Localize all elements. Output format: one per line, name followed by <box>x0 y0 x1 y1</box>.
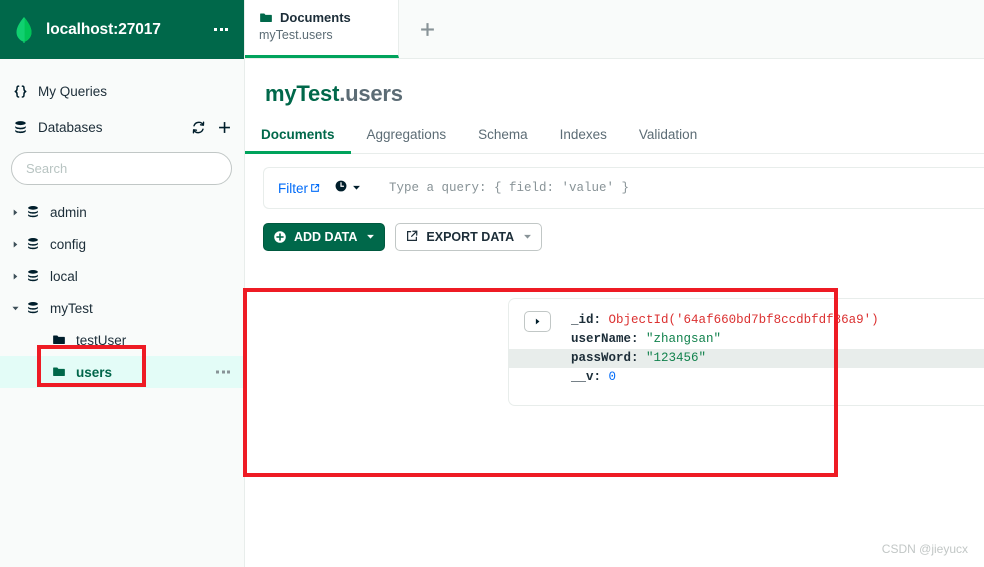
document-body: _id: ObjectId('64af660bd7bf8ccdbfdf86a9'… <box>509 299 984 397</box>
tab-aggregations[interactable]: Aggregations <box>351 127 463 154</box>
mongodb-leaf-icon <box>14 16 34 43</box>
folder-icon <box>50 333 68 347</box>
sidebar: localhost:27017 My Queries Databases Sea… <box>0 0 245 567</box>
filter-link[interactable]: Filter <box>278 181 320 196</box>
database-icon <box>11 120 29 135</box>
sidebar-database-config[interactable]: config <box>0 228 244 260</box>
collection-menu-ellipsis-icon[interactable] <box>212 365 234 380</box>
chevron-down-icon[interactable] <box>8 304 22 313</box>
collection-header: myTest.users <box>245 59 984 107</box>
sidebar-database-label: myTest <box>50 300 93 316</box>
sidebar-database-label: local <box>50 268 78 284</box>
curly-braces-icon <box>11 84 29 99</box>
export-data-button[interactable]: EXPORT DATA <box>395 223 543 251</box>
main-content: Documents myTest.users myTest.users Docu… <box>245 0 984 567</box>
plus-icon[interactable] <box>217 120 232 135</box>
namespace-collection: users <box>345 81 403 106</box>
namespace-database: myTest <box>265 81 340 106</box>
field-key: userName <box>571 332 632 346</box>
document-field-row: _id: ObjectId('64af660bd7bf8ccdbfdf86a9'… <box>571 313 879 327</box>
document-field-row: __v: 0 <box>571 370 617 384</box>
external-link-icon <box>310 181 320 196</box>
document-field-row: passWord: "123456" <box>509 349 984 368</box>
database-icon <box>24 237 42 251</box>
export-data-label: EXPORT DATA <box>426 230 515 244</box>
database-icon <box>24 301 42 315</box>
database-list: admin config local myTest testUser users <box>0 196 244 388</box>
collection-tabs: Documents Aggregations Schema Indexes Va… <box>245 127 984 154</box>
sidebar-collection-label: testUser <box>76 332 127 348</box>
plus-circle-icon <box>273 230 287 244</box>
databases-actions <box>191 120 232 135</box>
search-container <box>0 143 244 185</box>
folder-icon <box>259 11 273 25</box>
sidebar-collection-testuser[interactable]: testUser <box>0 324 244 356</box>
action-buttons: ADD DATA EXPORT DATA <box>263 223 984 251</box>
tab-strip: Documents myTest.users <box>245 0 984 59</box>
field-value: "123456" <box>646 351 707 365</box>
sidebar-item-my-queries-label: My Queries <box>38 83 108 99</box>
connection-title: localhost:27017 <box>46 20 161 38</box>
field-value: ObjectId('64af660bd7bf8ccdbfdf86a9') <box>608 313 879 327</box>
field-key: passWord <box>571 351 632 365</box>
mongodb-compass-window: localhost:27017 My Queries Databases Sea… <box>0 0 984 567</box>
sidebar-database-local[interactable]: local <box>0 260 244 292</box>
new-tab-plus-icon[interactable] <box>399 0 455 58</box>
database-icon <box>24 269 42 283</box>
query-input[interactable]: Type a query: { field: 'value' } <box>389 181 629 195</box>
expand-document-button[interactable] <box>524 311 551 332</box>
document-field-row: userName: "zhangsan" <box>571 332 722 346</box>
field-value: "zhangsan" <box>646 332 722 346</box>
connection-menu-ellipsis-icon[interactable] <box>210 22 232 37</box>
refresh-icon[interactable] <box>191 120 206 135</box>
sidebar-item-databases-label: Databases <box>38 119 103 135</box>
tab-indexes[interactable]: Indexes <box>544 127 623 154</box>
tab-documents[interactable]: Documents myTest.users <box>245 0 399 58</box>
folder-icon <box>50 365 68 379</box>
sidebar-collection-users[interactable]: users <box>0 356 244 388</box>
chevron-right-icon[interactable] <box>8 272 22 281</box>
tab-documents[interactable]: Documents <box>245 127 351 154</box>
tab-title: Documents <box>280 10 351 25</box>
document-card: _id: ObjectId('64af660bd7bf8ccdbfdf86a9'… <box>508 298 984 406</box>
chevron-down-icon <box>366 230 375 244</box>
export-icon <box>405 229 419 246</box>
field-key: _id <box>571 313 594 327</box>
page-title: myTest.users <box>265 81 984 107</box>
add-data-button[interactable]: ADD DATA <box>263 223 386 251</box>
tab-subtitle: myTest.users <box>259 28 333 42</box>
query-bar: Filter Type a query: {field: 'value'} <box>263 167 984 209</box>
chevron-down-icon <box>352 179 361 197</box>
tab-title-row: Documents <box>259 10 398 25</box>
add-data-label: ADD DATA <box>294 230 358 244</box>
field-key: __v <box>571 370 594 384</box>
sidebar-collection-label: users <box>76 364 113 380</box>
watermark: CSDN @jieyucx <box>881 542 968 556</box>
tab-validation[interactable]: Validation <box>623 127 713 154</box>
field-value: 0 <box>608 370 617 384</box>
sidebar-database-label: config <box>50 236 87 252</box>
chevron-down-icon <box>523 230 532 244</box>
filter-label: Filter <box>278 180 308 196</box>
sidebar-item-my-queries[interactable]: My Queries <box>0 75 244 107</box>
chevron-right-icon[interactable] <box>8 240 22 249</box>
connection-header: localhost:27017 <box>0 0 244 59</box>
database-icon <box>24 205 42 219</box>
query-history-button[interactable] <box>334 179 361 198</box>
chevron-right-icon[interactable] <box>8 208 22 217</box>
search-input[interactable] <box>11 152 232 185</box>
sidebar-database-mytest[interactable]: myTest <box>0 292 244 324</box>
clock-icon <box>334 179 348 198</box>
sidebar-database-admin[interactable]: admin <box>0 196 244 228</box>
sidebar-database-label: admin <box>50 204 87 220</box>
sidebar-item-databases[interactable]: Databases <box>0 111 244 143</box>
tab-schema[interactable]: Schema <box>462 127 544 154</box>
